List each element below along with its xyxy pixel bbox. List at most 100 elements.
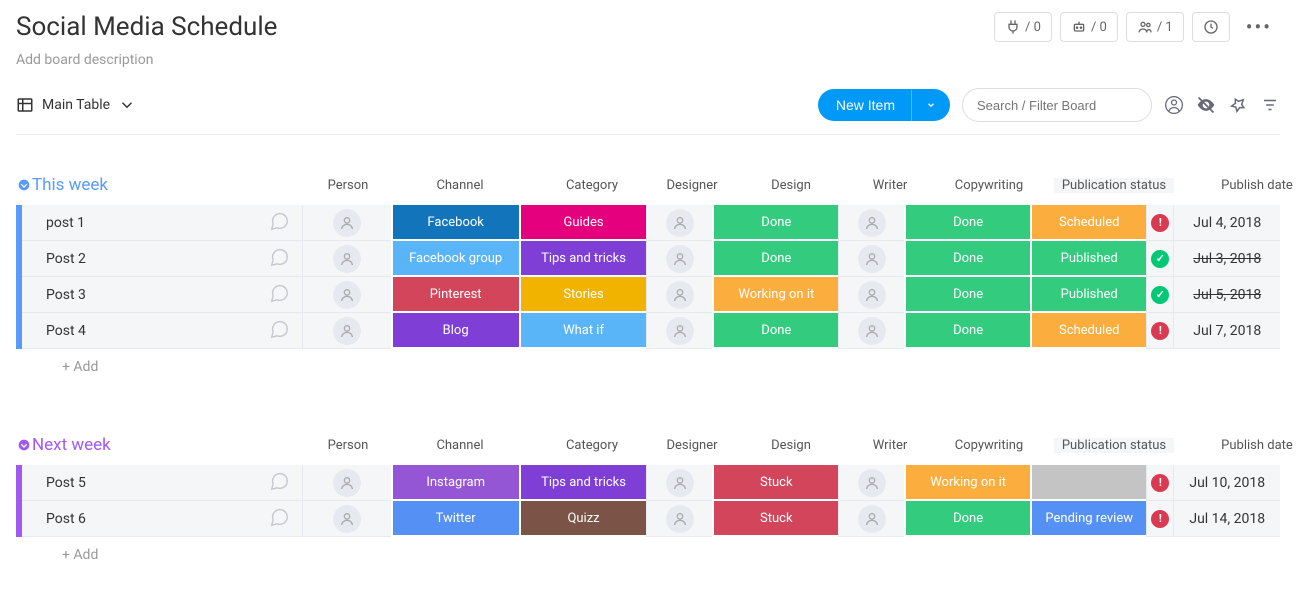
channel-cell[interactable]: Pinterest <box>391 277 519 313</box>
designer-cell[interactable] <box>646 501 712 537</box>
avatar-placeholder[interactable] <box>666 505 694 533</box>
avatar-placeholder[interactable] <box>666 317 694 345</box>
col-publish-date[interactable]: Publish date <box>1202 438 1296 453</box>
search-input[interactable] <box>962 88 1152 122</box>
chat-icon[interactable] <box>268 246 290 272</box>
table-row[interactable]: Post 5 Instagram Tips and tricks Stuck W… <box>16 465 1280 501</box>
col-person[interactable]: Person <box>302 178 394 193</box>
avatar-placeholder[interactable] <box>858 469 886 497</box>
publish-date-cell[interactable]: Jul 5, 2018 <box>1173 277 1280 313</box>
avatar-placeholder[interactable] <box>858 317 886 345</box>
col-writer[interactable]: Writer <box>856 438 924 453</box>
item-name-cell[interactable]: Post 3 <box>22 277 302 313</box>
col-designer[interactable]: Designer <box>658 178 726 193</box>
publish-date-cell[interactable]: Jul 4, 2018 <box>1173 205 1280 241</box>
item-name-cell[interactable]: Post 6 <box>22 501 302 537</box>
avatar-placeholder[interactable] <box>333 281 361 309</box>
avatar-placeholder[interactable] <box>333 245 361 273</box>
design-status-cell[interactable]: Done <box>712 241 838 277</box>
category-cell[interactable]: Guides <box>519 205 647 241</box>
publication-status-cell[interactable]: Pending review <box>1030 501 1146 537</box>
design-status-cell[interactable]: Stuck <box>712 465 838 501</box>
channel-cell[interactable]: Facebook <box>391 205 519 241</box>
publication-status-cell[interactable]: Published <box>1030 277 1146 313</box>
table-row[interactable]: post 1 Facebook Guides Done Done Schedul… <box>16 205 1280 241</box>
category-cell[interactable]: Stories <box>519 277 647 313</box>
category-cell[interactable]: Tips and tricks <box>519 465 647 501</box>
avatar-placeholder[interactable] <box>858 281 886 309</box>
item-name-cell[interactable]: Post 4 <box>22 313 302 349</box>
table-row[interactable]: Post 4 Blog What if Done Done Scheduled … <box>16 313 1280 349</box>
col-publish-date[interactable]: Publish date <box>1202 178 1296 193</box>
person-cell[interactable] <box>302 501 391 537</box>
col-design[interactable]: Design <box>726 438 856 453</box>
publish-date-cell[interactable]: Jul 3, 2018 <box>1173 241 1280 277</box>
activity-badge[interactable] <box>1192 12 1230 42</box>
pin-icon[interactable] <box>1228 96 1248 114</box>
avatar-placeholder[interactable] <box>666 209 694 237</box>
new-item-dropdown[interactable] <box>911 90 950 121</box>
chat-icon[interactable] <box>268 282 290 308</box>
design-status-cell[interactable]: Done <box>712 205 838 241</box>
person-cell[interactable] <box>302 241 391 277</box>
designer-cell[interactable] <box>646 205 712 241</box>
person-cell[interactable] <box>302 313 391 349</box>
publication-status-cell[interactable] <box>1030 465 1146 501</box>
design-status-cell[interactable]: Stuck <box>712 501 838 537</box>
group-title[interactable]: This week <box>32 175 302 195</box>
group-toggle[interactable] <box>16 437 32 453</box>
avatar-placeholder[interactable] <box>333 469 361 497</box>
col-copywriting[interactable]: Copywriting <box>924 438 1054 453</box>
eye-icon[interactable] <box>1196 95 1216 115</box>
person-cell[interactable] <box>302 205 391 241</box>
person-cell[interactable] <box>302 465 391 501</box>
avatar-placeholder[interactable] <box>666 245 694 273</box>
person-filter-icon[interactable] <box>1164 94 1184 116</box>
col-channel[interactable]: Channel <box>394 178 526 193</box>
col-person[interactable]: Person <box>302 438 394 453</box>
design-status-cell[interactable]: Done <box>712 313 838 349</box>
col-publication-status[interactable]: Publication status <box>1054 178 1174 193</box>
category-cell[interactable]: Tips and tricks <box>519 241 647 277</box>
avatar-placeholder[interactable] <box>858 245 886 273</box>
chat-icon[interactable] <box>268 318 290 344</box>
writer-cell[interactable] <box>838 205 904 241</box>
designer-cell[interactable] <box>646 277 712 313</box>
col-design[interactable]: Design <box>726 178 856 193</box>
chat-icon[interactable] <box>268 506 290 532</box>
page-description[interactable]: Add board description <box>16 52 994 68</box>
publish-date-cell[interactable]: Jul 7, 2018 <box>1173 313 1280 349</box>
copywriting-status-cell[interactable]: Done <box>904 241 1030 277</box>
table-row[interactable]: Post 2 Facebook group Tips and tricks Do… <box>16 241 1280 277</box>
automations-badge[interactable]: / 0 <box>1060 12 1118 42</box>
writer-cell[interactable] <box>838 277 904 313</box>
filter-icon[interactable] <box>1260 96 1280 114</box>
channel-cell[interactable]: Instagram <box>391 465 519 501</box>
avatar-placeholder[interactable] <box>333 505 361 533</box>
item-name-cell[interactable]: Post 5 <box>22 465 302 501</box>
item-name-cell[interactable]: post 1 <box>22 205 302 241</box>
col-channel[interactable]: Channel <box>394 438 526 453</box>
copywriting-status-cell[interactable]: Done <box>904 205 1030 241</box>
category-cell[interactable]: Quizz <box>519 501 647 537</box>
col-designer[interactable]: Designer <box>658 438 726 453</box>
add-row[interactable]: + Add <box>16 349 1280 385</box>
designer-cell[interactable] <box>646 313 712 349</box>
col-category[interactable]: Category <box>526 438 658 453</box>
avatar-placeholder[interactable] <box>858 209 886 237</box>
add-row[interactable]: + Add <box>16 537 1280 573</box>
category-cell[interactable]: What if <box>519 313 647 349</box>
writer-cell[interactable] <box>838 313 904 349</box>
channel-cell[interactable]: Blog <box>391 313 519 349</box>
avatar-placeholder[interactable] <box>333 317 361 345</box>
writer-cell[interactable] <box>838 465 904 501</box>
members-badge[interactable]: / 1 <box>1126 12 1184 42</box>
avatar-placeholder[interactable] <box>666 469 694 497</box>
publication-status-cell[interactable]: Published <box>1030 241 1146 277</box>
designer-cell[interactable] <box>646 241 712 277</box>
col-category[interactable]: Category <box>526 178 658 193</box>
publication-status-cell[interactable]: Scheduled <box>1030 313 1146 349</box>
integrations-badge[interactable]: / 0 <box>994 12 1052 42</box>
publish-date-cell[interactable]: Jul 14, 2018 <box>1173 501 1280 537</box>
group-title[interactable]: Next week <box>32 435 302 455</box>
